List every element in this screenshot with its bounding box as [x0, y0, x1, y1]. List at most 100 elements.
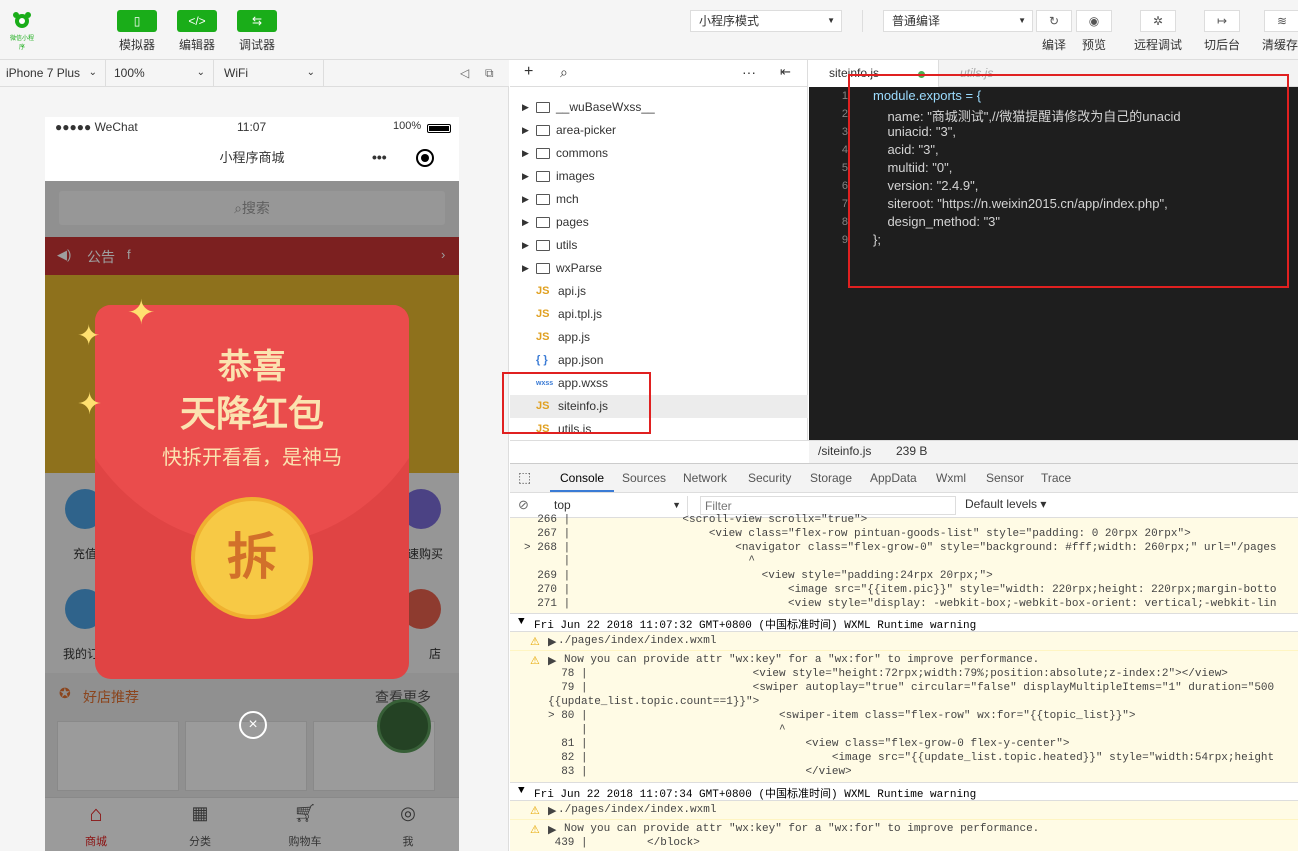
- expand-arrow-icon: ▶: [522, 171, 529, 181]
- debug-icon: ⇆: [251, 14, 263, 28]
- preview-button[interactable]: ◉: [1076, 10, 1112, 32]
- compile-select[interactable]: 普通编译 ▼: [883, 10, 1033, 32]
- levels-select[interactable]: Default levels ▾: [965, 497, 1046, 511]
- expand-icon[interactable]: ▶: [548, 823, 556, 837]
- popout-icon[interactable]: ⧉: [485, 66, 494, 81]
- devtools-tab[interactable]: Network: [683, 471, 727, 485]
- folder-item[interactable]: ▶ __wuBaseWxss__: [510, 96, 808, 119]
- folder-icon: [536, 148, 550, 159]
- console-line: 269 | <view style="padding:24rpx 20rpx;"…: [524, 570, 993, 582]
- editor-button[interactable]: </>: [177, 10, 217, 32]
- filter-input[interactable]: [700, 496, 956, 515]
- open-redpacket-button[interactable]: 拆: [191, 497, 313, 619]
- devtools-tab[interactable]: Trace: [1041, 471, 1071, 485]
- file-item[interactable]: JS api.js: [510, 280, 808, 303]
- bug-icon: ✲: [1152, 14, 1164, 28]
- editor-label: 编辑器: [178, 38, 215, 52]
- folder-item[interactable]: ▶ pages: [510, 211, 808, 234]
- inspect-icon[interactable]: ⬚: [518, 469, 531, 486]
- file-type-icon: JS: [536, 285, 550, 297]
- divider: [862, 10, 863, 32]
- clear-cache-button[interactable]: ≋: [1264, 10, 1298, 32]
- devtools-tab[interactable]: AppData: [870, 471, 917, 485]
- file-item[interactable]: { } app.json: [510, 349, 808, 372]
- remote-debug-button[interactable]: ✲: [1140, 10, 1176, 32]
- close-icon[interactable]: ×: [239, 711, 267, 739]
- refresh-icon: ↻: [1048, 14, 1060, 28]
- expand-icon[interactable]: ▶: [548, 635, 556, 649]
- zoom-select[interactable]: 100% ⌄: [108, 60, 214, 87]
- more-icon[interactable]: •••: [372, 149, 387, 165]
- file-item[interactable]: JS api.tpl.js: [510, 303, 808, 326]
- console-line: 267 | <view class="flex-row pintuan-good…: [524, 528, 1191, 540]
- close-circle-icon[interactable]: [416, 149, 434, 167]
- folder-icon: [536, 102, 550, 113]
- group-title: Fri Jun 22 2018 11:07:34 GMT+0800 (中国标准时…: [534, 789, 977, 801]
- chevron-down-icon: ⌄: [88, 67, 97, 78]
- compile-button[interactable]: ↻: [1036, 10, 1072, 32]
- warning-path: ./pages/index/index.wxml: [558, 635, 717, 647]
- folder-item[interactable]: ▶ commons: [510, 142, 808, 165]
- device-select[interactable]: iPhone 7 Plus ⌄: [0, 60, 106, 87]
- context-select[interactable]: top ▼: [546, 496, 688, 515]
- file-size: 239 B: [896, 444, 928, 458]
- console-line: 79 | <swiper autoplay="true" circular="f…: [548, 682, 1275, 694]
- line-number: 3: [841, 126, 848, 138]
- preview-label: 预览: [1081, 38, 1106, 52]
- devtools-tab[interactable]: Wxml: [936, 471, 966, 485]
- folder-item[interactable]: ▶ mch: [510, 188, 808, 211]
- editor-status-bar: [809, 440, 1298, 463]
- console-line: 82 | <image src="{{update_list.topic.hea…: [548, 752, 1275, 764]
- devtools-tab[interactable]: Sources: [622, 471, 666, 485]
- switch-icon: ↦: [1216, 14, 1228, 28]
- folder-item[interactable]: ▶ wxParse: [510, 257, 808, 280]
- simulator-button[interactable]: ▯: [117, 10, 157, 32]
- phone-icon: ▯: [133, 14, 141, 28]
- carrier: ●●●●● WeChat: [55, 120, 138, 134]
- expand-arrow-icon: ▶: [522, 148, 529, 158]
- folder-item[interactable]: ▶ utils: [510, 234, 808, 257]
- file-item[interactable]: JS app.js: [510, 326, 808, 349]
- folder-item[interactable]: ▶ images: [510, 165, 808, 188]
- phone-screen: ●●●●● WeChat 11:07 100% 小程序商城 ••• ⌕搜索 ◀)…: [45, 117, 459, 851]
- debugger-button[interactable]: ⇆: [237, 10, 277, 32]
- capsule-menu[interactable]: •••: [358, 146, 446, 173]
- line-number: 9: [841, 234, 848, 246]
- devtools-tab[interactable]: Sensor: [986, 471, 1024, 485]
- network-select[interactable]: WiFi ⌄: [218, 60, 324, 87]
- background-label: 切后台: [1203, 38, 1240, 52]
- console-line: 266 | <scroll-view scrollx="true">: [524, 514, 868, 526]
- expand-icon[interactable]: ▶: [548, 804, 556, 818]
- expand-arrow-icon: ▶: [522, 102, 529, 112]
- clock: 11:07: [237, 120, 267, 134]
- block-icon[interactable]: ⊘: [518, 497, 529, 513]
- console-line: 439 | </block>: [548, 837, 700, 849]
- disclosure-icon[interactable]: ▼: [518, 616, 525, 628]
- more-icon[interactable]: ···: [742, 64, 756, 80]
- disclosure-icon[interactable]: ▼: [518, 785, 525, 797]
- mode-select[interactable]: 小程序模式 ▼: [690, 10, 842, 32]
- highlight-box: [502, 372, 651, 434]
- redpacket-headline: 恭喜: [218, 348, 286, 386]
- console-line: {{update_list.topic.count==1}}">: [548, 696, 760, 708]
- file-name: app.js: [558, 330, 591, 344]
- folder-item[interactable]: ▶ area-picker: [510, 119, 808, 142]
- layers-icon: ≋: [1276, 14, 1288, 28]
- devtools-tab[interactable]: Security: [748, 471, 791, 485]
- highlight-box: [848, 74, 1289, 288]
- collapse-icon[interactable]: ⇤: [780, 64, 791, 80]
- line-number: 4: [841, 144, 848, 156]
- add-icon[interactable]: +: [524, 63, 533, 81]
- devtools-tab[interactable]: Console: [560, 471, 604, 485]
- search-icon[interactable]: ⌕: [560, 64, 568, 81]
- line-number: 7: [841, 198, 848, 210]
- device-value: iPhone 7 Plus: [6, 66, 81, 80]
- console-line: 270 | <image src="{{item.pic}}" style="w…: [524, 584, 1277, 596]
- mute-icon[interactable]: ◁: [460, 66, 469, 80]
- expand-icon[interactable]: ▶: [548, 654, 556, 668]
- chevron-down-icon: ⌄: [306, 67, 315, 78]
- folder-name: utils: [556, 238, 578, 252]
- background-button[interactable]: ↦: [1204, 10, 1240, 32]
- console-line: > 268 | <navigator class="flex-grow-0" s…: [524, 542, 1277, 554]
- devtools-tab[interactable]: Storage: [810, 471, 852, 485]
